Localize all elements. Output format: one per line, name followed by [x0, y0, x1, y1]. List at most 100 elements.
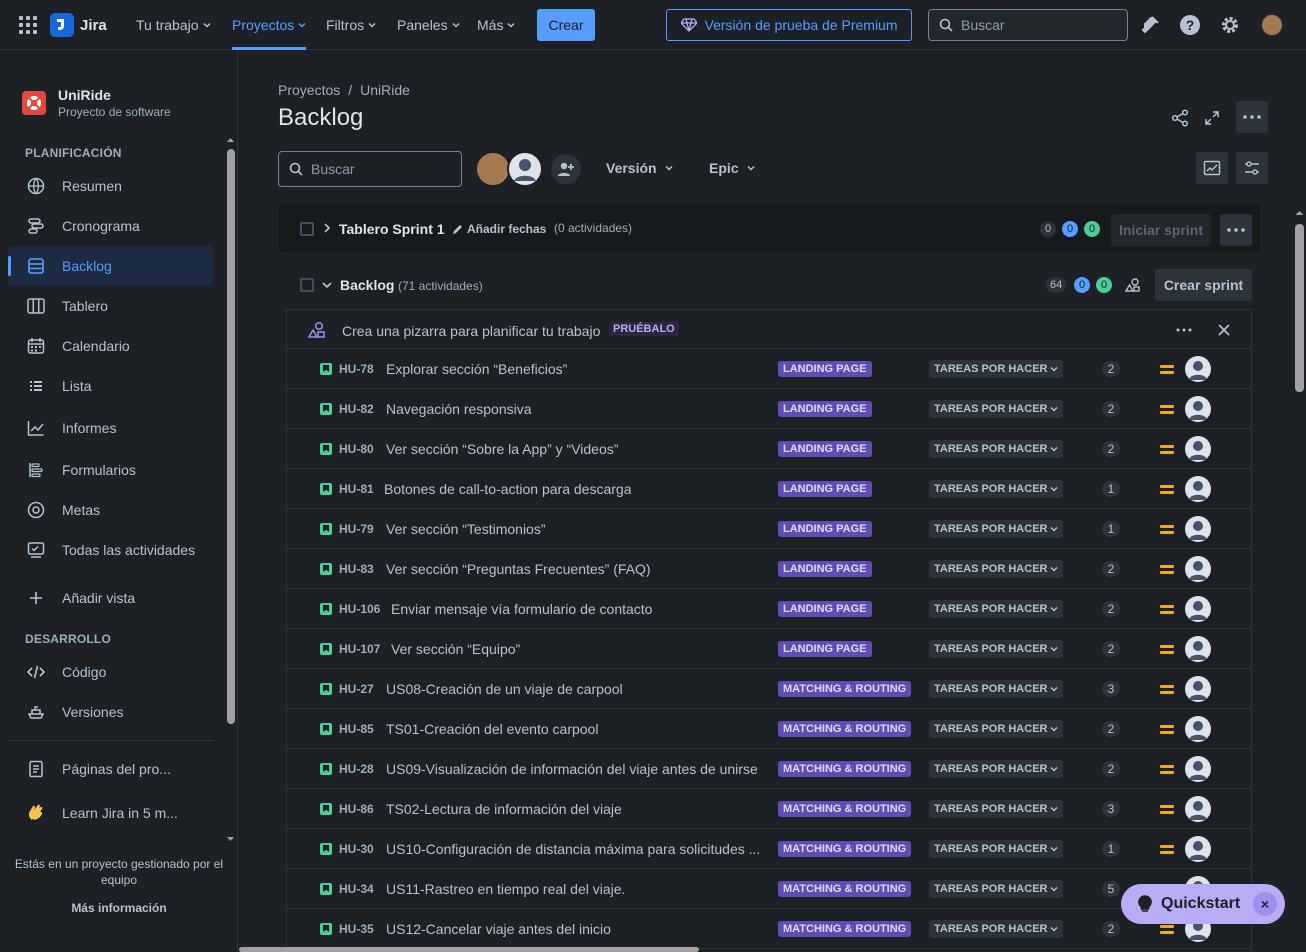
- epic-lozenge[interactable]: LANDING PAGE: [778, 641, 872, 657]
- issue-row[interactable]: HU-27 US08-Creación de un viaje de carpoo…: [287, 669, 1251, 709]
- epic-lozenge[interactable]: MATCHING & ROUTING: [778, 921, 912, 937]
- sidebar-item-metas[interactable]: Metas: [8, 490, 213, 530]
- epic-filter[interactable]: Epic: [709, 160, 755, 176]
- issue-key[interactable]: HU-81: [339, 482, 374, 496]
- more-info-link[interactable]: Más información: [0, 900, 238, 916]
- jira-logo[interactable]: Jira: [50, 13, 107, 37]
- unassigned-avatar[interactable]: [1185, 636, 1211, 662]
- sidebar-item-backlog[interactable]: Backlog: [8, 246, 213, 286]
- nav-tu-trabajo[interactable]: Tu trabajo: [136, 17, 211, 33]
- epic-lozenge[interactable]: MATCHING & ROUTING: [778, 841, 912, 857]
- issue-row[interactable]: HU-79 Ver sección “Testimonios” LANDING PA…: [287, 509, 1251, 549]
- unassigned-avatar[interactable]: [1185, 596, 1211, 622]
- unassigned-avatar[interactable]: [1185, 436, 1211, 462]
- status-dropdown[interactable]: TAREAS POR HACER: [929, 440, 1064, 458]
- add-dates-button[interactable]: Añadir fechas: [452, 222, 546, 236]
- issue-key[interactable]: HU-80: [339, 442, 374, 456]
- status-dropdown[interactable]: TAREAS POR HACER: [929, 560, 1064, 578]
- unassigned-avatar[interactable]: [1185, 556, 1211, 582]
- settings-gear-icon[interactable]: [1219, 14, 1241, 36]
- user-avatar[interactable]: [1260, 13, 1284, 37]
- issue-summary[interactable]: US10-Configuración de distancia máxima p…: [386, 841, 760, 857]
- unassigned-avatar[interactable]: [1185, 396, 1211, 422]
- issue-key[interactable]: HU-86: [339, 802, 374, 816]
- issue-key[interactable]: HU-85: [339, 722, 374, 736]
- status-dropdown[interactable]: TAREAS POR HACER: [929, 760, 1064, 778]
- issue-summary[interactable]: Ver sección “Testimonios”: [386, 521, 546, 537]
- sidebar-scroll-thumb[interactable]: [227, 149, 235, 724]
- main-scroll-thumb[interactable]: [1295, 224, 1304, 392]
- epic-lozenge[interactable]: LANDING PAGE: [778, 361, 872, 377]
- nav-proyectos[interactable]: Proyectos: [232, 17, 307, 50]
- issue-key[interactable]: HU-78: [339, 362, 374, 376]
- epic-lozenge[interactable]: LANDING PAGE: [778, 441, 872, 457]
- sprint-checkbox[interactable]: [300, 222, 314, 236]
- nav-paneles[interactable]: Paneles: [397, 17, 460, 33]
- unassigned-avatar[interactable]: [1185, 476, 1211, 502]
- nav-mas[interactable]: Más: [477, 17, 515, 33]
- story-points-badge[interactable]: 2: [1102, 641, 1120, 657]
- issue-row[interactable]: HU-83 Ver sección “Preguntas Frecuentes” …: [287, 549, 1251, 589]
- epic-lozenge[interactable]: MATCHING & ROUTING: [778, 721, 912, 737]
- epic-lozenge[interactable]: LANDING PAGE: [778, 601, 872, 617]
- issue-row[interactable]: HU-78 Explorar sección “Beneficios” LANDIN…: [287, 349, 1251, 389]
- epic-lozenge[interactable]: LANDING PAGE: [778, 561, 872, 577]
- unassigned-avatar[interactable]: [1185, 676, 1211, 702]
- scroll-up-icon[interactable]: [1294, 208, 1305, 217]
- epic-lozenge[interactable]: LANDING PAGE: [778, 521, 872, 537]
- more-dots-icon[interactable]: [1176, 328, 1192, 332]
- story-points-badge[interactable]: 1: [1102, 841, 1120, 857]
- sidebar-item-resumen[interactable]: Resumen: [8, 166, 213, 206]
- horizontal-scrollbar[interactable]: [239, 947, 699, 952]
- sidebar-item-codigo[interactable]: Código: [8, 652, 213, 692]
- status-dropdown[interactable]: TAREAS POR HACER: [929, 480, 1064, 498]
- sprint-more-button[interactable]: [1220, 214, 1252, 246]
- sidebar-item-informes[interactable]: Informes: [8, 408, 213, 448]
- sidebar-item-formularios[interactable]: Formularios: [8, 450, 213, 490]
- close-icon[interactable]: [1217, 323, 1231, 337]
- story-points-badge[interactable]: 1: [1102, 521, 1120, 537]
- status-dropdown[interactable]: TAREAS POR HACER: [929, 360, 1064, 378]
- status-dropdown[interactable]: TAREAS POR HACER: [929, 680, 1064, 698]
- nav-filtros[interactable]: Filtros: [326, 17, 376, 33]
- issue-key[interactable]: HU-35: [339, 922, 374, 936]
- sidebar-item-project-pages[interactable]: Páginas del pro...: [8, 749, 213, 789]
- issue-key[interactable]: HU-34: [339, 882, 374, 896]
- issue-summary[interactable]: US08-Creación de un viaje de carpool: [386, 681, 623, 697]
- issue-summary[interactable]: US12-Cancelar viaje antes del inicio: [386, 921, 611, 937]
- issue-key[interactable]: HU-106: [339, 602, 380, 616]
- app-switcher-icon[interactable]: [19, 16, 37, 34]
- epic-lozenge[interactable]: MATCHING & ROUTING: [778, 681, 912, 697]
- add-people-button[interactable]: [549, 152, 583, 186]
- story-points-badge[interactable]: 2: [1102, 921, 1120, 937]
- epic-lozenge[interactable]: MATCHING & ROUTING: [778, 761, 912, 777]
- sidebar-item-tablero[interactable]: Tablero: [8, 286, 213, 326]
- status-dropdown[interactable]: TAREAS POR HACER: [929, 720, 1064, 738]
- main-scrollbar[interactable]: [1294, 208, 1305, 952]
- issue-row[interactable]: HU-35 US12-Cancelar viaje antes del inici…: [287, 909, 1251, 949]
- sidebar-item-versiones[interactable]: Versiones: [8, 692, 213, 732]
- backlog-search-input[interactable]: Buscar: [278, 151, 462, 187]
- backlog-checkbox[interactable]: [300, 278, 314, 292]
- issue-row[interactable]: HU-30 US10-Configuración de distancia máx…: [287, 829, 1251, 869]
- issue-summary[interactable]: Navegación responsiva: [386, 401, 532, 417]
- breadcrumb-projects[interactable]: Proyectos: [278, 82, 340, 98]
- start-sprint-button[interactable]: Iniciar sprint: [1111, 214, 1211, 246]
- unassigned-avatar[interactable]: [1185, 796, 1211, 822]
- unassigned-avatar[interactable]: [1185, 516, 1211, 542]
- issue-key[interactable]: HU-28: [339, 762, 374, 776]
- story-points-badge[interactable]: 3: [1102, 801, 1120, 817]
- issue-summary[interactable]: Ver sección “Sobre la App” y “Videos”: [386, 441, 618, 457]
- epic-lozenge[interactable]: MATCHING & ROUTING: [778, 881, 912, 897]
- sidebar-item-todas-actividades[interactable]: Todas las actividades: [8, 530, 213, 570]
- issue-summary[interactable]: Ver sección “Preguntas Frecuentes” (FAQ): [386, 561, 651, 577]
- issue-row[interactable]: HU-85 TS01-Creación del evento carpool MAT…: [287, 709, 1251, 749]
- insights-button[interactable]: [1196, 152, 1228, 184]
- sidebar-item-learn-jira[interactable]: Learn Jira in 5 m...: [8, 793, 213, 833]
- sprint-name[interactable]: Tablero Sprint 1: [339, 221, 445, 237]
- sidebar-item-lista[interactable]: Lista: [8, 366, 213, 406]
- status-dropdown[interactable]: TAREAS POR HACER: [929, 920, 1064, 938]
- fullscreen-icon[interactable]: [1196, 102, 1228, 134]
- issue-row[interactable]: HU-107 Ver sección “Equipo” LANDING PAGE TA…: [287, 629, 1251, 669]
- issue-row[interactable]: HU-106 Enviar mensaje vía formulario de c…: [287, 589, 1251, 629]
